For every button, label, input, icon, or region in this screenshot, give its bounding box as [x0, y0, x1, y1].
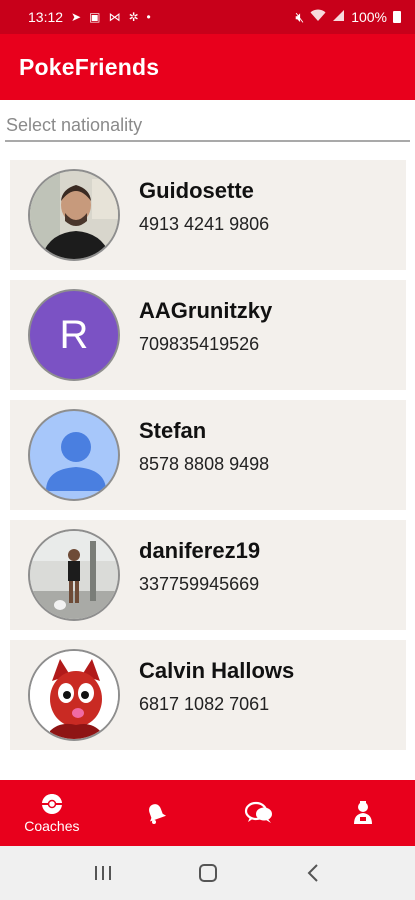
bottom-navigation: Coaches: [0, 780, 415, 846]
avatar-initial: R: [59, 312, 89, 357]
default-person-icon: [46, 432, 106, 491]
nav-coaches-label: Coaches: [24, 817, 80, 834]
link-notification-icon: ⋈: [108, 10, 121, 24]
more-notifications-dot-icon: •: [146, 10, 151, 24]
status-left: 13:12 ➤ ▣ ⋈ ✲ •: [28, 9, 151, 25]
telegram-notification-icon: ➤: [71, 10, 82, 24]
coach-photo-avatar-image: [30, 531, 118, 619]
battery-icon: [393, 11, 401, 23]
settings-notification-icon: ✲: [128, 10, 139, 24]
coach-name: daniferez19: [139, 538, 261, 563]
avatar: [28, 649, 120, 741]
coach-card[interactable]: Guidosette 4913 4241 9806: [10, 160, 406, 270]
coach-card[interactable]: Calvin Hallows 6817 1082 7061: [10, 640, 406, 750]
home-icon: [198, 864, 217, 882]
coach-name: Guidosette: [139, 178, 254, 203]
status-time: 13:12: [28, 9, 64, 25]
avatar: [28, 409, 120, 501]
recent-apps-icon: [94, 866, 111, 880]
nationality-input[interactable]: [5, 110, 410, 140]
nav-coaches-tab[interactable]: Coaches: [0, 780, 104, 846]
coach-illustration-avatar-image: [30, 651, 118, 739]
signal-icon: [332, 9, 345, 25]
nav-chats-tab[interactable]: [208, 780, 312, 846]
pokeball-icon: [41, 793, 62, 814]
app-title: PokeFriends: [19, 53, 160, 80]
coach-phone: 6817 1082 7061: [139, 694, 270, 714]
coach-phone: 8578 8808 9498: [139, 454, 270, 474]
bell-icon: [148, 804, 166, 824]
mute-icon: 🔇︎: [295, 8, 305, 25]
home-button[interactable]: [188, 853, 228, 893]
back-chevron-icon: [307, 864, 318, 882]
status-bar: 13:12 ➤ ▣ ⋈ ✲ • 🔇︎ 100%: [0, 0, 415, 34]
avatar: [28, 169, 120, 261]
coach-card[interactable]: daniferez19 337759945669: [10, 520, 406, 630]
back-button[interactable]: [293, 853, 333, 893]
app-bar: PokeFriends: [0, 34, 415, 100]
coach-name: Stefan: [139, 418, 207, 443]
system-navigation-bar: [0, 846, 415, 900]
wifi-icon: [310, 9, 326, 25]
status-right: 🔇︎ 100%: [295, 9, 401, 26]
nav-profile-tab[interactable]: [311, 780, 415, 846]
nationality-filter[interactable]: [5, 110, 410, 142]
recent-apps-button[interactable]: [83, 853, 123, 893]
coach-card[interactable]: Stefan 8578 8808 9498: [10, 400, 406, 510]
chat-bubbles-icon: [245, 801, 273, 823]
avatar: [28, 529, 120, 621]
coach-phone: 709835419526: [139, 334, 260, 354]
profile-badge-icon: [354, 801, 373, 824]
coach-photo-avatar-image: [30, 171, 118, 259]
coach-phone: 337759945669: [139, 574, 260, 594]
app-notification-icon: ▣: [89, 10, 101, 24]
coach-card[interactable]: R AAGrunitzky 709835419526: [10, 280, 406, 390]
avatar: R: [28, 289, 120, 381]
coach-name: AAGrunitzky: [139, 298, 273, 323]
coach-name: Calvin Hallows: [139, 658, 295, 683]
nav-notifications-tab[interactable]: [104, 780, 208, 846]
battery-percent: 100%: [351, 9, 387, 25]
coach-phone: 4913 4241 9806: [139, 214, 270, 234]
